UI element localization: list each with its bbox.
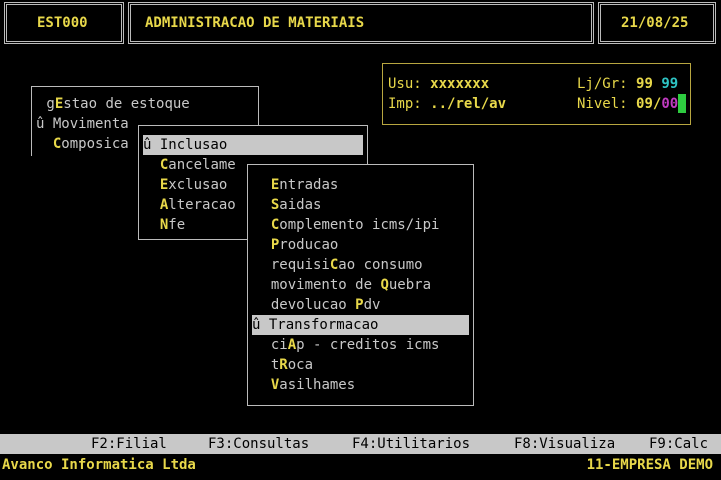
inclusion-item-quebra[interactable]: movimento de Quebra: [254, 275, 431, 295]
info-panel: Usu: xxxxxxx Lj/Gr: 99 99 Imp: ../rel/av…: [382, 63, 691, 125]
fkey-f2-filial[interactable]: F2:Filial: [91, 434, 167, 454]
fkey-f3-consultas[interactable]: F3:Consultas: [208, 434, 309, 454]
company-name: Avanco Informatica Ltda: [2, 457, 196, 473]
user-row: Usu: xxxxxxx: [388, 74, 489, 94]
store-value: 99: [636, 76, 653, 92]
main-menu-item-composicao[interactable]: Composica: [36, 134, 129, 154]
system-title: ADMINISTRACAO DE MATERIAIS: [145, 15, 365, 31]
submenu-item-alteracao[interactable]: Alteracao: [143, 195, 236, 215]
level-row: Nivel: 09/00: [577, 94, 687, 114]
store-label: Lj/Gr:: [577, 76, 628, 92]
level-label: Nivel:: [577, 96, 628, 112]
inclusion-item-complemento[interactable]: Complemento icms/ipi: [254, 215, 440, 235]
inclusion-menu: Entradas Saidas Complemento icms/ipi Pro…: [247, 164, 474, 406]
text-cursor: [678, 94, 687, 113]
fkey-f9-calc[interactable]: F9:Calc: [649, 434, 708, 454]
level-value: 09/: [636, 96, 662, 112]
inclusion-item-ciap[interactable]: ciAp - creditos icms: [254, 335, 440, 355]
fkey-f8-visualiza[interactable]: F8:Visualiza: [514, 434, 615, 454]
main-menu-item-movimentacao[interactable]: û Movimenta: [36, 114, 129, 134]
inclusion-item-devolucao[interactable]: devolucao Pdv: [254, 295, 381, 315]
branch-name: 11-EMPRESA DEMO: [586, 457, 713, 473]
system-title-box: ADMINISTRACAO DE MATERIAIS: [128, 2, 594, 44]
current-date: 21/08/25: [621, 15, 689, 31]
inclusion-item-producao[interactable]: Producao: [254, 235, 338, 255]
group-value: 99: [661, 76, 679, 92]
inclusion-item-requisicao[interactable]: requisiCao consumo: [254, 255, 423, 275]
inclusion-item-entradas[interactable]: Entradas: [254, 175, 338, 195]
printer-label: Imp:: [388, 96, 422, 112]
level-sub-value: 00: [661, 96, 679, 112]
submenu-item-cancelamento[interactable]: Cancelame: [143, 155, 236, 175]
submenu-item-nfe[interactable]: Nfe: [143, 215, 185, 235]
status-bar: Avanco Informatica Ltda 11-EMPRESA DEMO: [0, 455, 721, 475]
submenu-item-exclusao[interactable]: Exclusao: [143, 175, 227, 195]
printer-row: Imp: ../rel/av: [388, 94, 506, 114]
main-menu-item-estoque[interactable]: gEstao de estoque: [38, 94, 189, 114]
inclusion-item-troca[interactable]: tRoca: [254, 355, 313, 375]
printer-value: ../rel/av: [430, 96, 507, 112]
user-label: Usu:: [388, 76, 422, 92]
submenu-item-inclusao[interactable]: û Inclusao: [143, 135, 363, 155]
user-value: xxxxxxx: [430, 76, 490, 92]
program-code: EST000: [37, 15, 88, 31]
inclusion-item-vasilhames[interactable]: Vasilhames: [254, 375, 355, 395]
inclusion-item-saidas[interactable]: Saidas: [254, 195, 322, 215]
inclusion-item-transformacao[interactable]: û Transformacao: [252, 315, 469, 335]
store-row: Lj/Gr: 99 99: [577, 74, 678, 94]
program-code-box: EST000: [4, 2, 124, 44]
date-box: 21/08/25: [598, 2, 716, 44]
fkey-f4-utilitarios[interactable]: F4:Utilitarios: [352, 434, 470, 454]
function-key-bar: F2:Filial F3:Consultas F4:Utilitarios F8…: [0, 434, 721, 454]
